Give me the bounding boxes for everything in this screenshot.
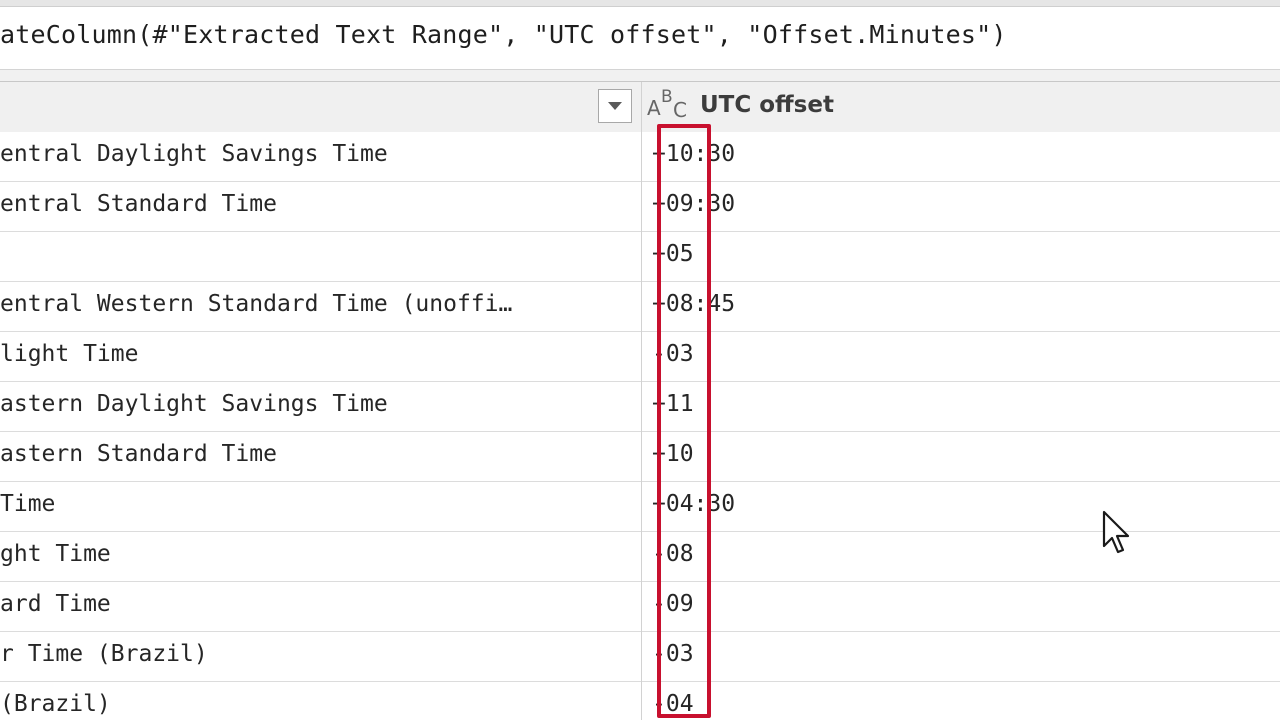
table-row[interactable]: +05 xyxy=(0,232,1280,282)
timezone-name-cell[interactable]: ard Time xyxy=(0,591,636,617)
utc-offset-cell[interactable]: +08:45 xyxy=(652,291,735,317)
utc-offset-cell[interactable]: -03 xyxy=(652,341,694,367)
column-filter-button[interactable] xyxy=(598,89,632,123)
timezone-name-cell[interactable]: (Brazil) xyxy=(0,691,636,717)
utc-offset-cell[interactable]: +04:30 xyxy=(652,491,735,517)
utc-offset-cell[interactable]: +10:30 xyxy=(652,141,735,167)
data-grid: entral Daylight Savings Time +10:30 entr… xyxy=(0,132,1280,720)
column-header-row xyxy=(0,82,1280,133)
table-row[interactable]: astern Standard Time +10 xyxy=(0,432,1280,482)
table-row[interactable]: r Time (Brazil) -03 xyxy=(0,632,1280,682)
table-row[interactable]: entral Standard Time +09:30 xyxy=(0,182,1280,232)
toolbar-edge xyxy=(0,0,1280,7)
timezone-name-cell[interactable]: r Time (Brazil) xyxy=(0,641,636,667)
timezone-name-cell[interactable]: Time xyxy=(0,491,636,517)
mouse-pointer-icon xyxy=(1102,510,1130,554)
timezone-name-cell[interactable]: astern Standard Time xyxy=(0,441,636,467)
table-row[interactable]: light Time -03 xyxy=(0,332,1280,382)
timezone-name-cell[interactable]: astern Daylight Savings Time xyxy=(0,391,636,417)
grid-top-spacer xyxy=(0,70,1280,82)
timezone-name-cell[interactable]: entral Western Standard Time (unoffi… xyxy=(0,291,636,317)
timezone-name-cell[interactable]: entral Standard Time xyxy=(0,191,636,217)
power-query-editor: ateColumn(#"Extracted Text Range", "UTC … xyxy=(0,0,1280,720)
table-row[interactable]: ard Time -09 xyxy=(0,582,1280,632)
utc-offset-cell[interactable]: +05 xyxy=(652,241,694,267)
table-row[interactable]: (Brazil) -04 xyxy=(0,682,1280,720)
utc-offset-cell[interactable]: -03 xyxy=(652,641,694,667)
table-row[interactable]: ght Time -08 xyxy=(0,532,1280,582)
column-header-utc-offset[interactable]: UTC offset xyxy=(700,92,834,118)
formula-bar[interactable]: ateColumn(#"Extracted Text Range", "UTC … xyxy=(0,7,1280,70)
timezone-name-cell[interactable]: entral Daylight Savings Time xyxy=(0,141,636,167)
text-type-icon[interactable]: A B C xyxy=(647,87,689,127)
timezone-name-cell[interactable]: light Time xyxy=(0,341,636,367)
utc-offset-cell[interactable]: -09 xyxy=(652,591,694,617)
table-row[interactable]: astern Daylight Savings Time +11 xyxy=(0,382,1280,432)
utc-offset-cell[interactable]: -08 xyxy=(652,541,694,567)
table-row[interactable]: entral Daylight Savings Time +10:30 xyxy=(0,132,1280,182)
utc-offset-cell[interactable]: -04 xyxy=(652,691,694,717)
formula-text[interactable]: ateColumn(#"Extracted Text Range", "UTC … xyxy=(0,20,1007,49)
table-row[interactable]: Time +04:30 xyxy=(0,482,1280,532)
table-row[interactable]: entral Western Standard Time (unoffi… +0… xyxy=(0,282,1280,332)
utc-offset-cell[interactable]: +11 xyxy=(652,391,694,417)
timezone-name-cell[interactable]: ght Time xyxy=(0,541,636,567)
utc-offset-cell[interactable]: +10 xyxy=(652,441,694,467)
chevron-down-icon xyxy=(608,102,622,110)
column-divider[interactable] xyxy=(641,82,642,720)
utc-offset-cell[interactable]: +09:30 xyxy=(652,191,735,217)
